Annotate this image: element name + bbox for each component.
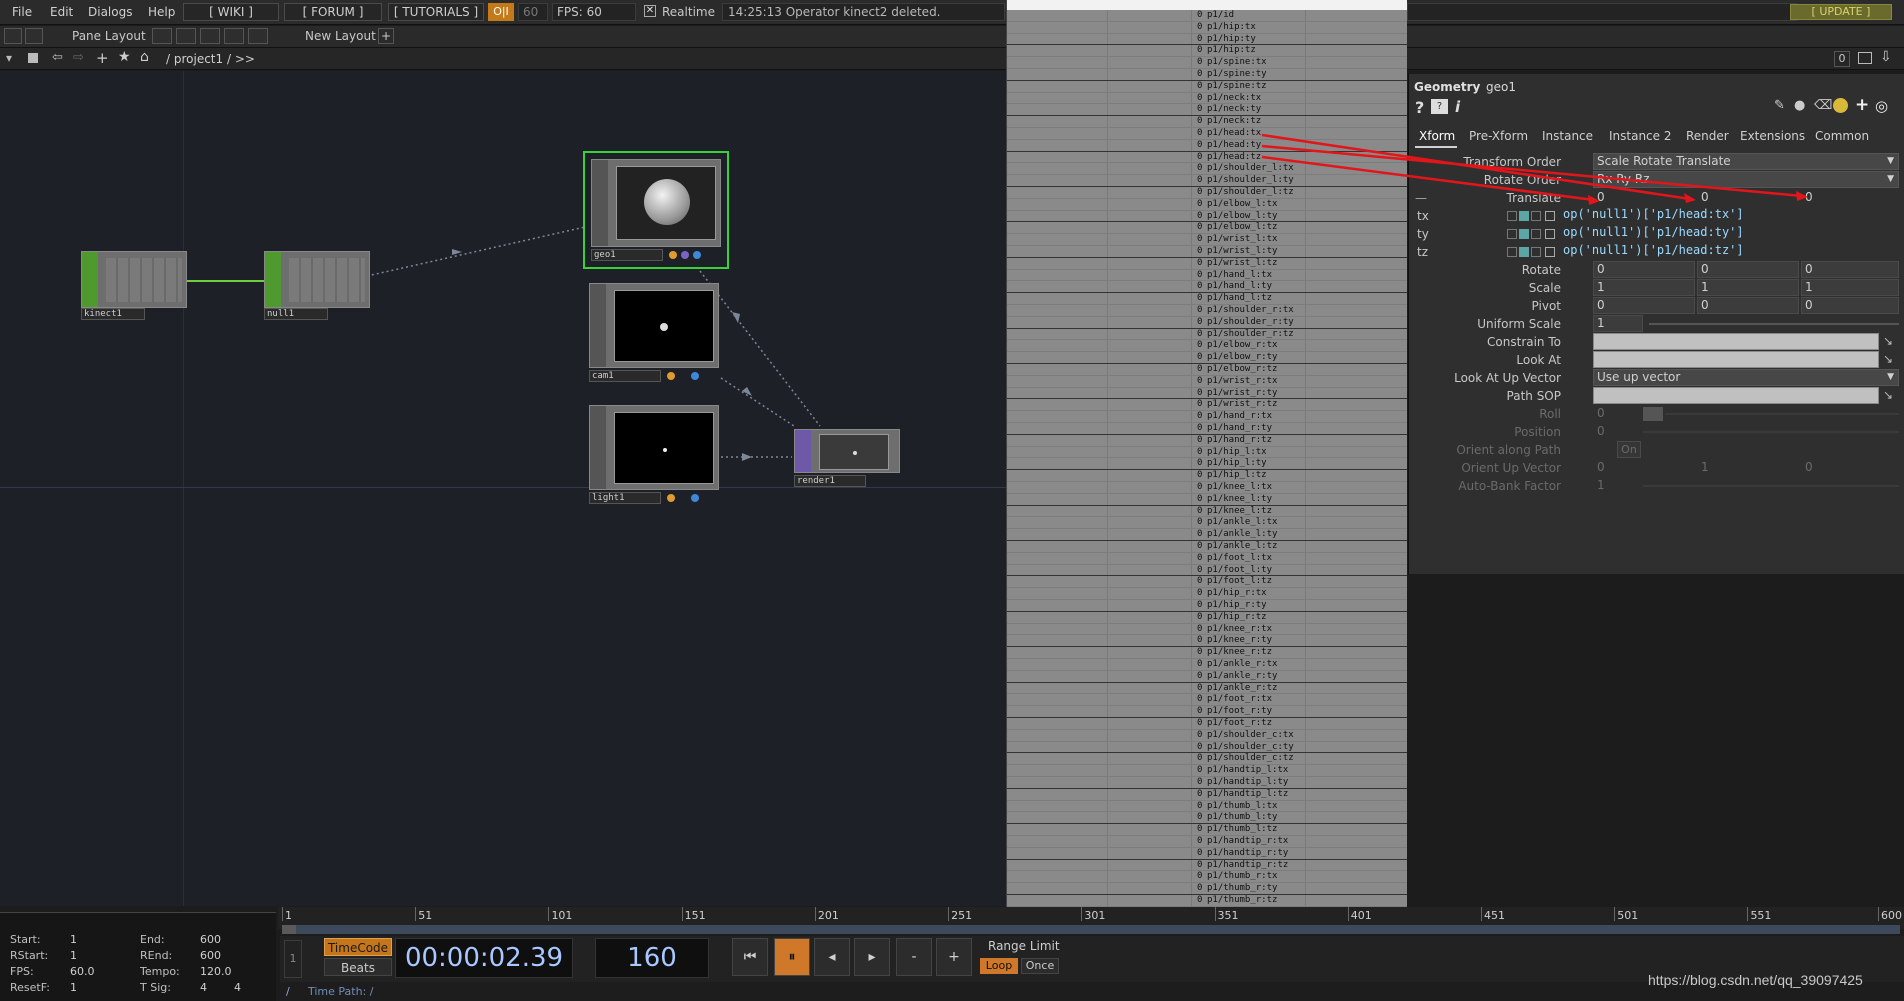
increment-button[interactable]: + bbox=[936, 938, 972, 976]
time-path-label: Time Path: / bbox=[308, 985, 374, 998]
rstart-label: RStart: bbox=[10, 949, 49, 962]
watermark: https://blog.csdn.net/qq_39097425 bbox=[1648, 972, 1863, 988]
timeline-tick-label: 151 bbox=[684, 909, 706, 922]
arrow-head-tz bbox=[1261, 155, 1595, 202]
timeline-tick-mark bbox=[1081, 907, 1083, 921]
timeline-tick-mark bbox=[681, 907, 683, 921]
timeline-tick-label: 251 bbox=[951, 909, 973, 922]
timeline-tick-mark bbox=[1747, 907, 1749, 921]
timeline-tick-mark bbox=[1214, 907, 1216, 921]
fps-value[interactable]: 60.0 bbox=[70, 965, 95, 978]
timeline-tick-mark bbox=[282, 907, 283, 921]
frame-step-field[interactable]: 1 bbox=[284, 940, 302, 978]
arrowhead bbox=[1588, 195, 1600, 205]
time-display[interactable]: 00:00:02.39 bbox=[395, 938, 573, 978]
tsig-label: T Sig: bbox=[140, 981, 171, 994]
timeline-scrollbar[interactable] bbox=[282, 925, 1900, 934]
annotation-arrows bbox=[1261, 133, 1808, 205]
rewind-to-start-button[interactable]: ⏮ bbox=[732, 938, 768, 976]
timecode-toggle[interactable]: TimeCode bbox=[324, 938, 392, 956]
arrow-head-ty bbox=[1261, 144, 1803, 198]
timeline-tick-label: 401 bbox=[1350, 909, 1372, 922]
timeline-tick-label: 351 bbox=[1217, 909, 1239, 922]
timeline-tick-mark bbox=[415, 907, 417, 921]
tempo-value[interactable]: 120.0 bbox=[200, 965, 232, 978]
step-back-button[interactable]: ◂ bbox=[814, 938, 850, 976]
arrowhead bbox=[1796, 191, 1808, 201]
resetf-label: ResetF: bbox=[10, 981, 50, 994]
timeline-tick-mark bbox=[1614, 907, 1616, 921]
range-limit-label: Range Limit bbox=[988, 939, 1060, 953]
timeline-tick-label: 600 bbox=[1881, 909, 1902, 922]
end-value[interactable]: 600 bbox=[200, 933, 221, 946]
timeline-tick-mark bbox=[1878, 907, 1879, 921]
once-toggle[interactable]: Once bbox=[1021, 958, 1059, 974]
timeline-tick-label: 101 bbox=[551, 909, 573, 922]
fps-label: FPS: bbox=[10, 965, 34, 978]
timeline-tick-label: 51 bbox=[418, 909, 433, 922]
rend-value[interactable]: 600 bbox=[200, 949, 221, 962]
timeline-tick-label: 551 bbox=[1750, 909, 1772, 922]
end-label: End: bbox=[140, 933, 165, 946]
timeline-tick-mark bbox=[1480, 907, 1482, 921]
timeline-tick-mark bbox=[1347, 907, 1349, 921]
timeline-tick-label: 301 bbox=[1084, 909, 1106, 922]
timeline-scroll-handle[interactable] bbox=[282, 925, 296, 934]
decrement-button[interactable]: - bbox=[896, 938, 932, 976]
start-value[interactable]: 1 bbox=[70, 933, 77, 946]
tempo-label: Tempo: bbox=[140, 965, 180, 978]
frame-display[interactable]: 160 bbox=[595, 938, 709, 978]
timeline-tick-label: 201 bbox=[817, 909, 839, 922]
pause-button[interactable]: ⏸ bbox=[774, 938, 810, 976]
tsig-denominator[interactable]: 4 bbox=[234, 981, 241, 994]
step-forward-button[interactable]: ▸ bbox=[854, 938, 890, 976]
tsig-numerator[interactable]: 4 bbox=[200, 981, 207, 994]
start-label: Start: bbox=[10, 933, 41, 946]
resetf-value[interactable]: 1 bbox=[70, 981, 77, 994]
timeline-tick-mark bbox=[548, 907, 550, 921]
beats-toggle[interactable]: Beats bbox=[324, 958, 392, 976]
rend-label: REnd: bbox=[140, 949, 173, 962]
loop-toggle[interactable]: Loop bbox=[980, 958, 1018, 974]
root-slash[interactable]: / bbox=[286, 985, 290, 998]
time-settings-panel: Start: 1 End: 600 RStart: 1 REnd: 600 FP… bbox=[0, 912, 276, 1001]
rstart-value[interactable]: 1 bbox=[70, 949, 77, 962]
timeline-tick-label: 1 bbox=[285, 909, 292, 922]
timeline-tick-mark bbox=[814, 907, 816, 921]
timeline-tick-label: 451 bbox=[1483, 909, 1505, 922]
timeline-tick-label: 501 bbox=[1617, 909, 1639, 922]
timeline-tick-mark bbox=[948, 907, 950, 921]
arrowhead bbox=[1684, 193, 1696, 203]
